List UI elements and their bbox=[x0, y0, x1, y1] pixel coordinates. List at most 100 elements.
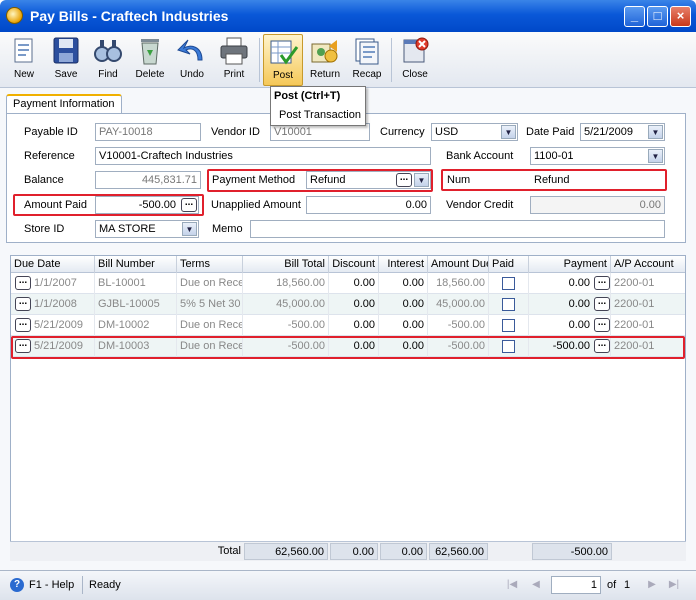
ellipsis-icon[interactable]: ... bbox=[15, 339, 31, 353]
column-header-paid[interactable]: Paid bbox=[489, 256, 529, 273]
cell-due-date: 5/21/2009 bbox=[31, 315, 95, 336]
cell-ap-account: 2200-01 bbox=[614, 298, 655, 310]
bank-account-value: 1100-01 bbox=[534, 150, 574, 162]
tooltip-text: Post Transaction bbox=[279, 109, 361, 121]
memo-label: Memo bbox=[212, 223, 243, 235]
post-button[interactable]: Post bbox=[263, 34, 303, 86]
ellipsis-icon[interactable]: ... bbox=[594, 339, 610, 353]
balance-label: Balance bbox=[24, 174, 64, 186]
ellipsis-icon[interactable]: ... bbox=[15, 297, 31, 311]
cell-discount[interactable]: 0.00 bbox=[329, 336, 379, 357]
currency-select[interactable]: USD ▼ bbox=[431, 123, 518, 141]
payable-id-field[interactable]: PAY-10018 bbox=[95, 123, 201, 141]
column-header-payment[interactable]: Payment bbox=[529, 256, 611, 273]
chevron-down-icon[interactable]: ▼ bbox=[414, 173, 429, 187]
date-paid-value: 5/21/2009 bbox=[584, 126, 633, 138]
ellipsis-icon[interactable]: ... bbox=[594, 276, 610, 290]
minimize-button[interactable]: _ bbox=[624, 6, 645, 27]
cell-discount[interactable]: 0.00 bbox=[329, 315, 379, 336]
chevron-down-icon[interactable]: ▼ bbox=[648, 149, 663, 163]
chevron-down-icon[interactable]: ▼ bbox=[182, 222, 197, 236]
print-icon bbox=[218, 36, 250, 66]
maximize-button[interactable]: □ bbox=[647, 6, 668, 27]
return-button[interactable]: Return bbox=[305, 34, 345, 86]
vendor-id-label: Vendor ID bbox=[211, 126, 260, 138]
undo-button[interactable]: Undo bbox=[172, 34, 212, 86]
ellipsis-icon[interactable]: ... bbox=[181, 198, 197, 212]
column-header-bill-number[interactable]: Bill Number bbox=[95, 256, 177, 273]
new-button[interactable]: New bbox=[4, 34, 44, 86]
cell-interest[interactable]: 0.00 bbox=[379, 273, 428, 294]
cell-bill-total: 45,000.00 bbox=[243, 294, 329, 315]
chevron-down-icon[interactable]: ▼ bbox=[648, 125, 663, 139]
payment-method-select[interactable]: Refund ... ▼ bbox=[306, 171, 431, 189]
column-header-due-date[interactable]: Due Date bbox=[11, 256, 95, 273]
cell-paid bbox=[489, 294, 529, 315]
column-header-interest[interactable]: Interest bbox=[379, 256, 428, 273]
table-row[interactable]: ... 1/1/2007 BL-10001 Due on Receipt 18,… bbox=[11, 273, 685, 294]
find-button[interactable]: Find bbox=[88, 34, 128, 86]
payment-method-label: Payment Method bbox=[212, 174, 296, 186]
paid-checkbox[interactable] bbox=[502, 340, 515, 353]
paid-checkbox[interactable] bbox=[502, 277, 515, 290]
ellipsis-icon[interactable]: ... bbox=[594, 318, 610, 332]
prev-page-icon[interactable]: ◀ bbox=[530, 579, 542, 591]
column-header-bill-total[interactable]: Bill Total bbox=[243, 256, 329, 273]
currency-value: USD bbox=[435, 126, 459, 138]
last-page-icon[interactable]: ▶| bbox=[668, 579, 680, 591]
cell-terms: 5% 5 Net 30 bbox=[177, 294, 243, 315]
recap-button[interactable]: Recap bbox=[347, 34, 387, 86]
cell-discount[interactable]: 0.00 bbox=[329, 273, 379, 294]
column-header-ap-account[interactable]: A/P Account bbox=[611, 256, 685, 273]
cell-bill-total: -500.00 bbox=[243, 336, 329, 357]
ellipsis-icon[interactable]: ... bbox=[594, 297, 610, 311]
next-page-icon[interactable]: ▶ bbox=[646, 579, 658, 591]
table-row[interactable]: ... 5/21/2009 DM-10003 Due on Receipt -5… bbox=[11, 336, 685, 357]
delete-button[interactable]: Delete bbox=[130, 34, 170, 86]
tab-payment-information[interactable]: Payment Information bbox=[6, 94, 122, 114]
currency-label: Currency bbox=[380, 126, 425, 138]
cell-ap-account: 2200-01 bbox=[614, 319, 655, 331]
num-label: Num bbox=[447, 174, 471, 186]
reference-field[interactable]: V10001-Craftech Industries bbox=[95, 147, 431, 165]
chevron-down-icon[interactable]: ▼ bbox=[501, 125, 516, 139]
cell-interest[interactable]: 0.00 bbox=[379, 315, 428, 336]
store-id-select[interactable]: MA STORE ▼ bbox=[95, 220, 199, 238]
table-row[interactable]: ... 5/21/2009 DM-10002 Due on Receipt -5… bbox=[11, 315, 685, 336]
grid-header: Due Date Bill Number Terms Bill Total Di… bbox=[11, 256, 685, 273]
help-text[interactable]: F1 - Help bbox=[29, 576, 74, 594]
print-button[interactable]: Print bbox=[214, 34, 254, 86]
ellipsis-icon[interactable]: ... bbox=[15, 318, 31, 332]
vendor-credit-label: Vendor Credit bbox=[446, 199, 514, 211]
memo-field[interactable] bbox=[250, 220, 665, 238]
close-button[interactable]: Close bbox=[395, 34, 435, 86]
table-row[interactable]: ... 1/1/2008 GJBL-10005 5% 5 Net 30 45,0… bbox=[11, 294, 685, 315]
ellipsis-icon[interactable]: ... bbox=[15, 276, 31, 290]
column-header-terms[interactable]: Terms bbox=[177, 256, 243, 273]
cell-interest[interactable]: 0.00 bbox=[379, 294, 428, 315]
recap-icon bbox=[351, 36, 383, 66]
date-paid-field[interactable]: 5/21/2009 ▼ bbox=[580, 123, 665, 141]
page-number-input[interactable]: 1 bbox=[551, 576, 601, 594]
close-window-button[interactable]: × bbox=[670, 6, 691, 27]
ellipsis-icon[interactable]: ... bbox=[396, 173, 412, 187]
cell-paid bbox=[489, 273, 529, 294]
cell-amount-due: -500.00 bbox=[428, 315, 489, 336]
first-page-icon[interactable]: |◀ bbox=[506, 579, 518, 591]
cell-interest[interactable]: 0.00 bbox=[379, 336, 428, 357]
cell-discount[interactable]: 0.00 bbox=[329, 294, 379, 315]
column-header-amount-due[interactable]: Amount Due bbox=[428, 256, 489, 273]
toolbar: New Save Find Delete Undo Print Post Ret… bbox=[0, 32, 696, 88]
num-field[interactable]: Refund bbox=[530, 171, 665, 189]
bank-account-select[interactable]: 1100-01 ▼ bbox=[530, 147, 665, 165]
paid-checkbox[interactable] bbox=[502, 319, 515, 332]
paid-checkbox[interactable] bbox=[502, 298, 515, 311]
undo-icon bbox=[176, 36, 208, 66]
column-header-discount[interactable]: Discount bbox=[329, 256, 379, 273]
save-button[interactable]: Save bbox=[46, 34, 86, 86]
cell-bill-number: DM-10003 bbox=[95, 336, 177, 357]
page-total: 1 bbox=[624, 579, 631, 591]
cell-bill-number: BL-10001 bbox=[95, 273, 177, 294]
help-icon[interactable]: ? bbox=[10, 578, 24, 592]
cell-amount-due: -500.00 bbox=[428, 336, 489, 357]
